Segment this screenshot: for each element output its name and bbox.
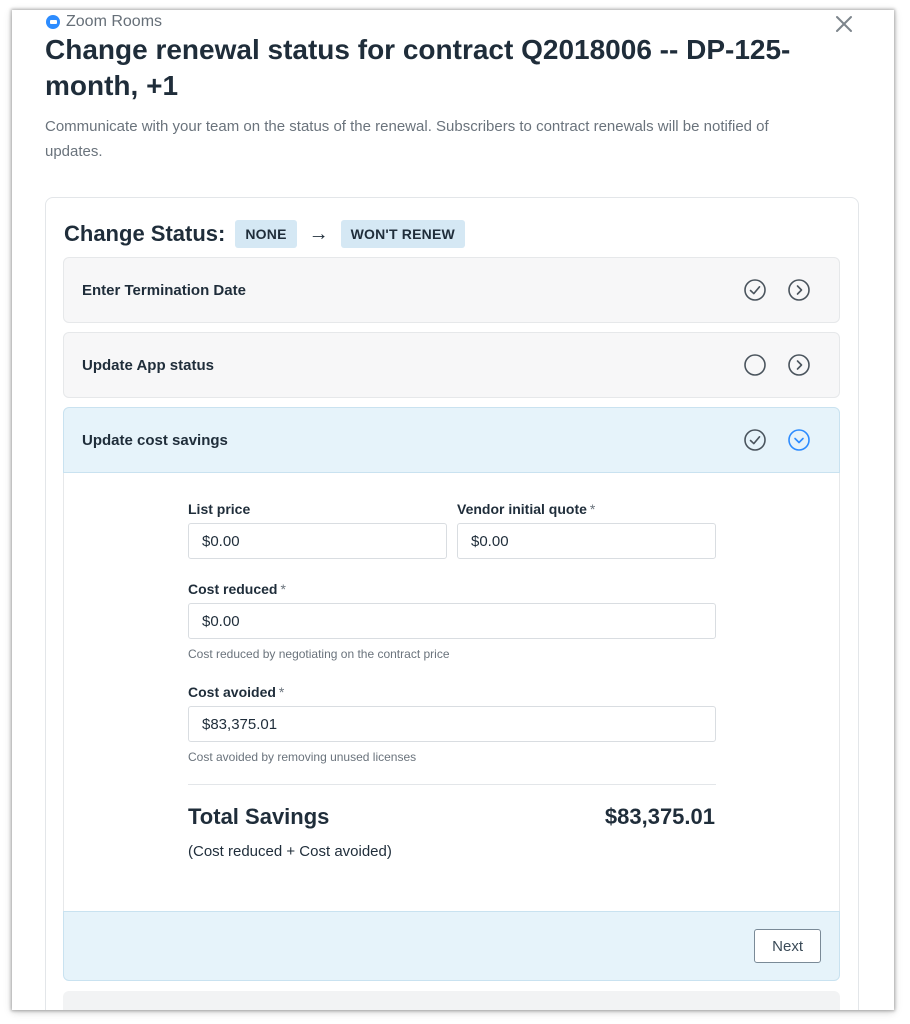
cost-avoided-label-text: Cost avoided [188,684,276,700]
list-price-label: List price [188,501,250,517]
required-asterisk: * [280,581,286,597]
close-icon[interactable] [834,14,854,34]
divider [188,784,716,785]
page-title: Change renewal status for contract Q2018… [45,34,791,101]
check-circle-icon [744,429,766,451]
page-subtitle: Communicate with your team on the status… [45,118,769,160]
step-update-cost-savings[interactable]: Update cost savings [63,407,840,473]
chevron-right-circle-icon[interactable] [787,278,811,302]
cost-reduced-label-text: Cost reduced [188,581,278,597]
status-change-card: Change Status: NONE → WON'T RENEW Enter … [45,197,859,1010]
cost-avoided-input[interactable] [188,706,716,742]
status-to-badge: WON'T RENEW [340,220,465,248]
app-context: Zoom Rooms [46,13,162,31]
vendor-quote-label-text: Vendor initial quote [457,501,587,517]
cost-reduced-label: Cost reduced * [188,581,286,597]
step-footer: Next [63,911,840,981]
vendor-quote-label: Vendor initial quote * [457,501,595,517]
total-savings-note: (Cost reduced + Cost avoided) [188,843,392,860]
empty-circle-icon [744,354,766,376]
cost-avoided-hint: Cost avoided by removing unused licenses [188,750,417,764]
cost-avoided-label: Cost avoided * [188,684,284,700]
total-savings-label: Total Savings [188,804,330,829]
zoom-logo-icon [46,15,60,29]
required-asterisk: * [589,501,596,517]
step-label: Update cost savings [82,431,228,449]
cost-reduced-input[interactable] [188,603,716,639]
check-circle-icon [744,279,766,301]
cost-savings-form: List price Vendor initial quote* Cost re… [63,473,840,911]
step-enter-termination-date[interactable]: Enter Termination Date [63,257,840,323]
app-name: Zoom Rooms [66,13,163,30]
status-from-badge: NONE [235,220,297,248]
step-label: Enter Termination Date [82,281,246,299]
cost-reduced-hint: Cost reduced by negotiating on the contr… [188,647,450,661]
next-step-collapsed[interactable] [63,991,840,1010]
change-status-label: Change Status: [64,221,226,246]
step-label: Update App status [82,356,214,374]
change-status-row: Change Status: NONE → WON'T RENEW [64,220,465,248]
vendor-quote-input[interactable] [457,523,716,559]
total-savings-value: $83,375.01 [604,804,715,829]
renewal-status-modal: Zoom Rooms Change renewal status for con… [12,10,894,1010]
next-button[interactable]: Next [754,929,821,963]
required-asterisk: * [278,684,285,700]
arrow-right-icon: → [308,222,329,245]
step-update-app-status[interactable]: Update App status [63,332,840,398]
list-price-input[interactable] [188,523,447,559]
list-price-label-text: List price [188,501,251,517]
chevron-right-circle-icon[interactable] [787,353,811,377]
chevron-down-circle-icon[interactable] [787,428,811,452]
